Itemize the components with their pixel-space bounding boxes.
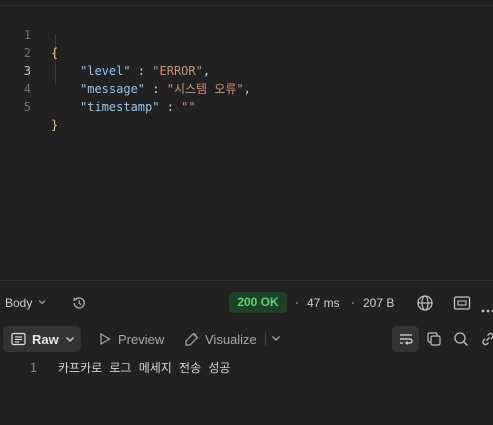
search-icon[interactable] xyxy=(453,331,469,347)
json-key: "timestamp" xyxy=(80,100,160,114)
play-icon xyxy=(98,332,112,346)
body-dropdown-label[interactable]: Body xyxy=(5,296,32,310)
response-body[interactable]: 1 카프카로 로그 메세지 전송 성공 xyxy=(0,358,493,378)
raw-label: Raw xyxy=(32,332,59,347)
wrap-lines-button[interactable] xyxy=(392,326,419,352)
code-line-1: 1 { xyxy=(0,8,493,60)
response-text: 카프카로 로그 메세지 전송 성공 xyxy=(58,361,231,375)
preview-button[interactable]: Preview xyxy=(96,326,168,352)
line-number: 1 xyxy=(29,361,37,375)
response-size[interactable]: 207 B xyxy=(363,296,394,310)
close-brace: } xyxy=(51,118,59,132)
response-toolbar: Raw Preview Visualize xyxy=(0,325,493,353)
history-icon[interactable] xyxy=(71,295,87,311)
top-border xyxy=(0,5,493,6)
status-badge[interactable]: 200 OK xyxy=(229,292,287,313)
preview-label: Preview xyxy=(118,332,165,347)
response-time[interactable]: 47 ms xyxy=(307,296,340,310)
visualize-button[interactable]: Visualize xyxy=(182,326,258,352)
more-icon[interactable] xyxy=(481,301,493,316)
raw-view-button[interactable]: Raw xyxy=(3,326,81,352)
save-response-icon[interactable] xyxy=(453,295,471,311)
panel-divider[interactable] xyxy=(0,280,493,281)
line-number: 5 xyxy=(23,100,31,114)
link-icon[interactable] xyxy=(480,331,493,347)
code-line-4: 4 "timestamp" : "" xyxy=(0,62,493,114)
chevron-down-icon[interactable] xyxy=(270,332,282,344)
json-separator: : xyxy=(159,100,182,114)
separator-dot xyxy=(352,302,354,304)
code-line-3: 3 "message" : "시스템 오류", xyxy=(0,44,493,96)
visualize-icon xyxy=(184,332,200,346)
code-line-2: 2 "level" : "ERROR", xyxy=(0,26,493,78)
json-value: "" xyxy=(181,100,196,114)
visualize-label: Visualize xyxy=(205,332,257,347)
separator-dot xyxy=(296,302,298,304)
response-meta-bar: Body 200 OK 47 ms 207 B xyxy=(0,290,493,316)
code-line-5: 5 } xyxy=(0,80,493,132)
copy-icon[interactable] xyxy=(426,331,442,347)
toolbar-separator xyxy=(265,332,266,346)
globe-icon[interactable] xyxy=(416,294,434,312)
chevron-down-icon xyxy=(64,333,76,345)
wrap-icon xyxy=(398,331,414,347)
request-body-editor[interactable]: 1 { 2 "level" : "ERROR", 3 "message" : "… xyxy=(0,8,493,132)
raw-icon xyxy=(11,332,26,346)
chevron-down-icon[interactable] xyxy=(37,295,51,309)
